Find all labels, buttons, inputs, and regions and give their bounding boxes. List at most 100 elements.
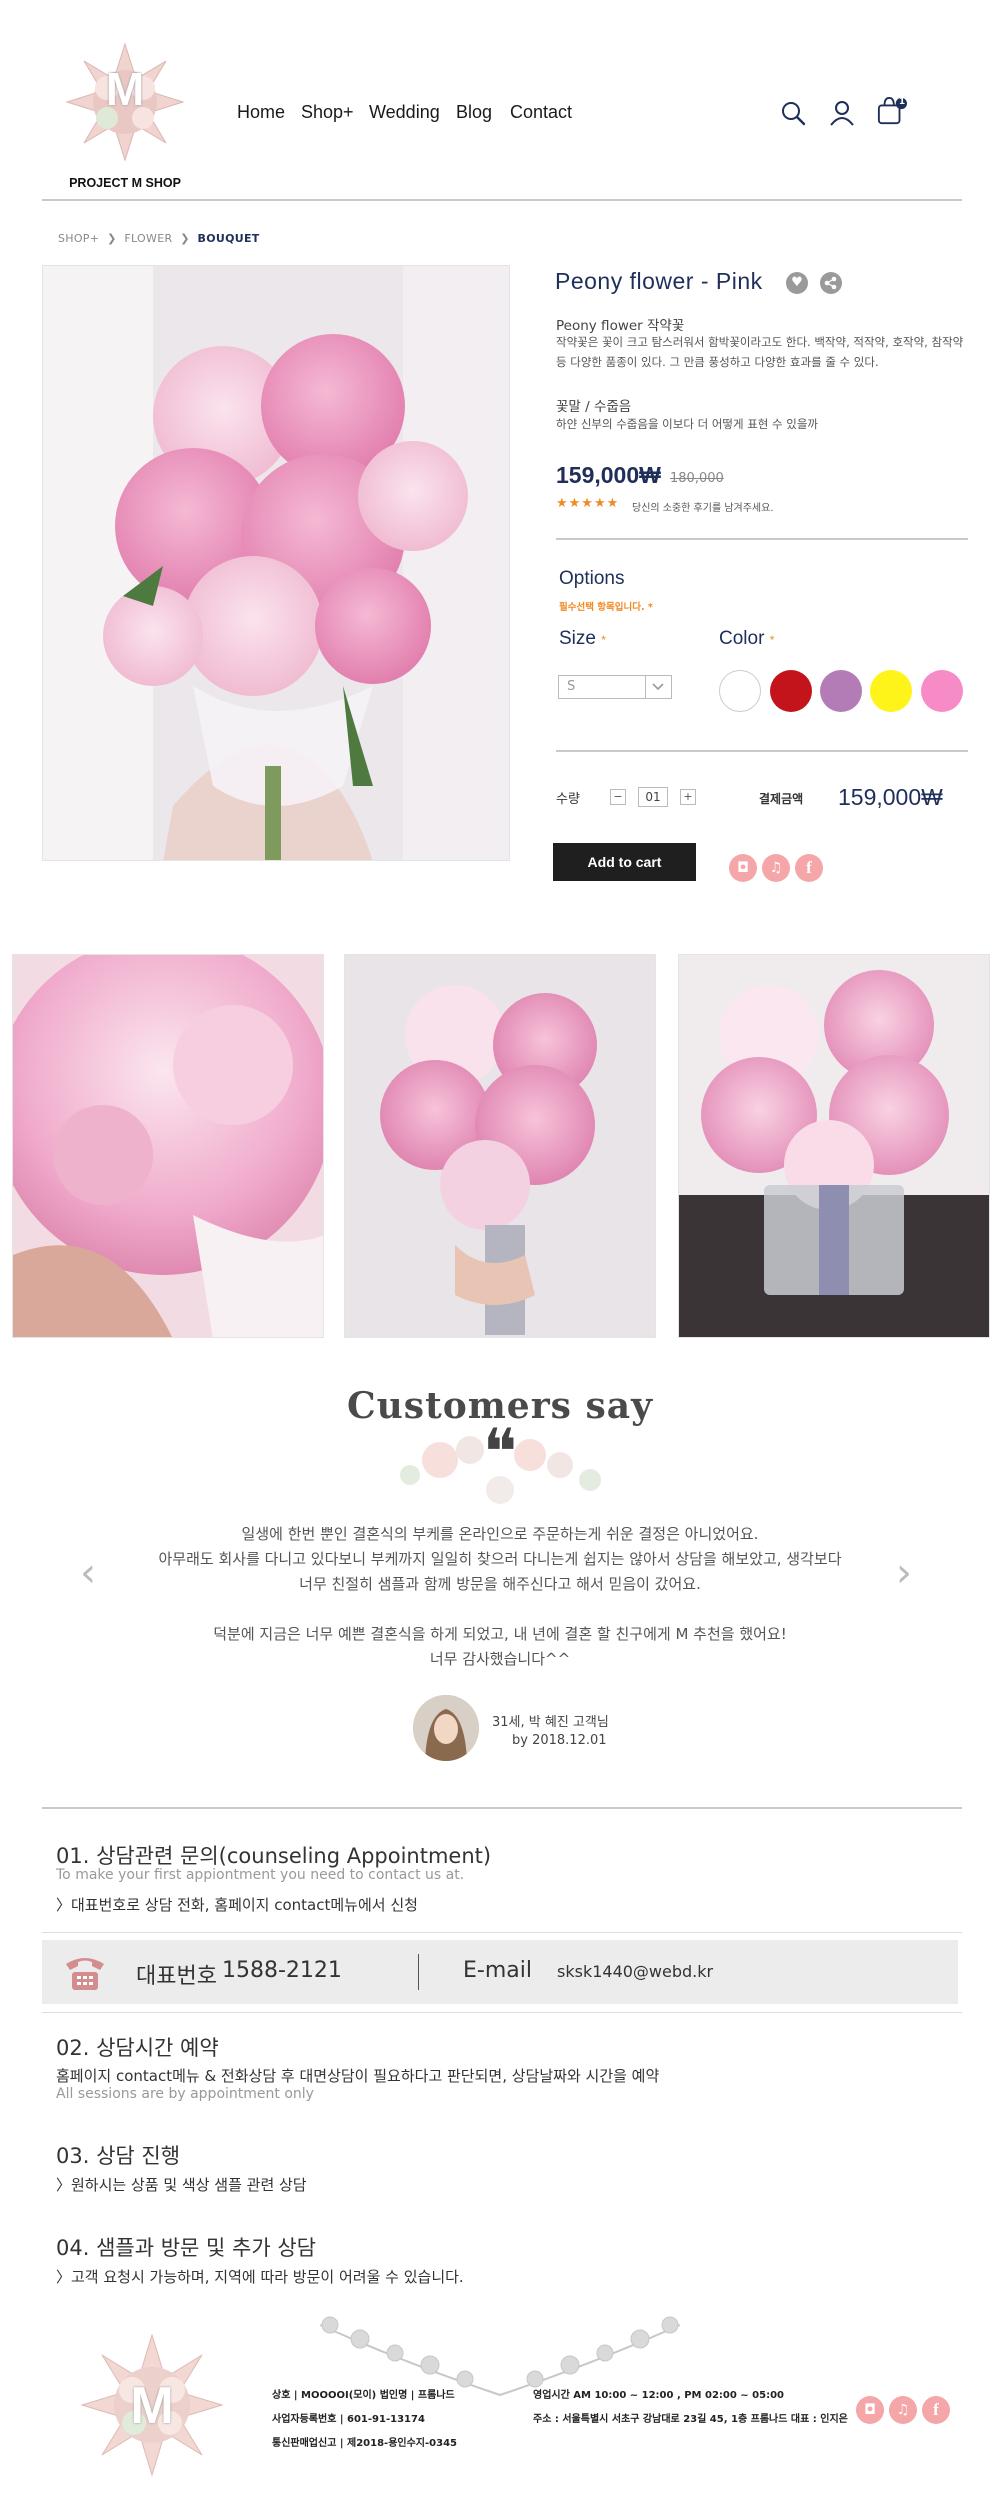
size-label: Size * — [559, 628, 606, 649]
required-marker: * — [769, 633, 775, 647]
breadcrumb-separator: ❯ — [107, 232, 117, 245]
footer-facebook-icon[interactable]: f — [922, 2396, 950, 2424]
select-divider — [645, 676, 646, 698]
reviewer-portrait — [413, 1695, 479, 1761]
contact-top-line — [42, 1932, 962, 1933]
product-name-line: Peony flower 작약꽃 — [556, 318, 685, 334]
review-date: by 2018.12.01 — [512, 1733, 607, 1748]
options-divider — [556, 750, 968, 752]
email-address[interactable]: sksk1440@webd.kr — [557, 1962, 713, 1981]
product-sub-description: 하얀 신부의 수줍음을 이보다 더 어떻게 표현 수 있을까 — [556, 417, 819, 431]
peony-closeup-image — [13, 955, 323, 1337]
options-note: 필수선택 항목입니다. * — [559, 602, 653, 613]
color-swatch-white[interactable] — [719, 670, 761, 712]
chevron-left-icon[interactable]: ‹ — [80, 1550, 96, 1596]
step-2-title: 02. 상담시간 예약 — [56, 2036, 219, 2060]
nav-wedding[interactable]: Wedding — [369, 102, 440, 123]
product-subtitle: 꽃말 / 수줍음 — [556, 399, 632, 415]
qty-input[interactable]: 01 — [638, 787, 668, 807]
product-description: 작약꽃은 꽃이 크고 탐스러워서 함박꽃이라고도 한다. 백작약, 적작약, 호… — [556, 335, 964, 369]
testimonial-line-5: 너무 감사했습니다^^ — [429, 1650, 571, 1668]
instagram-icon[interactable]: ◘ — [729, 854, 757, 882]
footer-instagram-icon[interactable]: ◘ — [856, 2396, 884, 2424]
heart-icon[interactable]: ♥ — [786, 272, 808, 294]
nav-contact[interactable]: Contact — [510, 102, 572, 123]
testimonial-line-1: 일생에 한번 뿐인 결혼식의 부케를 온라인으로 주문하는게 쉬운 결정은 아니… — [241, 1525, 759, 1543]
user-icon[interactable] — [827, 98, 857, 128]
gallery-photo-2[interactable] — [344, 954, 656, 1338]
step-2-en: All sessions are by appointment only — [56, 2086, 314, 2102]
footer-logo-letter: M — [130, 2377, 174, 2435]
telephone-icon — [66, 1958, 104, 1990]
testimonial-line-4: 덕분에 지금은 너무 예쁜 결혼식을 하게 되었고, 내 년에 결혼 할 친구에… — [213, 1625, 787, 1643]
chevron-right-icon[interactable]: › — [896, 1550, 912, 1596]
breadcrumb-shop[interactable]: SHOP+ — [58, 232, 99, 245]
step-4-text: 〉고객 요청시 가능하며, 지역에 따라 방문이 어려울 수 있습니다. — [56, 2268, 464, 2286]
rating-stars: ★★★★★ — [556, 496, 620, 511]
reviewer-avatar — [413, 1695, 479, 1761]
product-title: Peony flower - Pink — [555, 268, 763, 294]
color-swatch-yellow[interactable] — [870, 670, 912, 712]
contact-bar: 대표번호 1588-2121 E-mail sksk1440@webd.kr — [42, 1940, 958, 2004]
qty-decrease-button[interactable]: − — [610, 789, 626, 805]
total-price: 159,000₩ — [838, 784, 943, 810]
footer-company: 상호 | MOOOOI(모이) 법인명 | 프롬나드 — [272, 2390, 455, 2401]
footer-hours: 영업시간 AM 10:00 ~ 12:00 , PM 02:00 ~ 05:00 — [533, 2390, 784, 2401]
required-marker: * — [601, 633, 606, 647]
customers-divider — [42, 1807, 962, 1809]
product-old-price: 180,000 — [670, 471, 724, 486]
size-value: S — [567, 679, 576, 694]
gallery-photo-1[interactable] — [12, 954, 324, 1338]
total-label: 결제금액 — [759, 792, 804, 806]
facebook-icon[interactable]: f — [795, 854, 823, 882]
step-1-en: To make your first appiontment you need … — [56, 1867, 465, 1883]
product-price: 159,000₩ — [556, 462, 661, 488]
color-swatch-red[interactable] — [770, 670, 812, 712]
email-label: E-mail — [463, 1958, 532, 1983]
breadcrumb: SHOP+ ❯ FLOWER ❯ BOUQUET — [58, 232, 260, 245]
header-divider — [42, 199, 962, 201]
nav-shop[interactable]: Shop+ — [301, 102, 354, 123]
qty-increase-button[interactable]: + — [680, 789, 696, 805]
footer-twitter-icon[interactable]: ♫ — [889, 2396, 917, 2424]
options-title: Options — [559, 568, 625, 589]
chevron-down-icon — [652, 683, 664, 691]
color-swatch-pink[interactable] — [921, 670, 963, 712]
footer-address: 주소 : 서울특별시 서초구 강남대로 23길 45, 1층 프롬나드 대표 :… — [533, 2414, 848, 2425]
product-main-photo[interactable] — [42, 265, 510, 861]
quote-mark-icon: ❝ — [482, 1416, 518, 1490]
nav-home[interactable]: Home — [237, 102, 285, 123]
step-3-text: 〉원하시는 상품 및 색상 샘플 관련 상담 — [56, 2176, 307, 2194]
brand-logo[interactable]: M PROJECT M SHOP — [52, 40, 198, 192]
phone-number[interactable]: 1588-2121 — [222, 1958, 342, 1983]
breadcrumb-separator: ❯ — [180, 232, 190, 245]
add-to-cart-button[interactable]: Add to cart — [553, 843, 696, 881]
step-1-text: 〉대표번호로 상담 전화, 홈페이지 contact메뉴에서 신청 — [56, 1896, 418, 1914]
footer-mail-order: 통신판매업신고 | 제2018-용인수지-0345 — [272, 2438, 457, 2449]
step-4-title: 04. 샘플과 방문 및 추가 상담 — [56, 2236, 316, 2260]
share-icon[interactable] — [820, 272, 842, 294]
breadcrumb-flower[interactable]: FLOWER — [124, 232, 172, 245]
brand-name: PROJECT M SHOP — [69, 176, 181, 190]
share-glyph — [824, 276, 837, 290]
footer-logo[interactable]: M — [78, 2330, 226, 2480]
color-swatch-purple[interactable] — [820, 670, 862, 712]
logo-letter: M — [105, 63, 145, 115]
nav-blog[interactable]: Blog — [456, 102, 492, 123]
twitter-icon[interactable]: ♫ — [762, 854, 790, 882]
review-prompt[interactable]: 당신의 소중한 후기를 남겨주세요. — [632, 499, 774, 514]
qty-label: 수량 — [556, 792, 580, 807]
cart-count-badge: 1 — [898, 97, 906, 107]
phone-label: 대표번호 — [136, 1964, 217, 1989]
gallery-photo-3[interactable] — [678, 954, 990, 1338]
testimonial-line-3: 너무 친절히 샘플과 함께 방문을 해주신다고 해서 믿음이 갔어요. — [299, 1575, 701, 1593]
step-3-title: 03. 상담 진행 — [56, 2144, 181, 2168]
step-1-title: 01. 상담관련 문의(counseling Appointment) — [56, 1844, 492, 1868]
info-divider — [556, 538, 968, 540]
size-select[interactable]: S — [558, 675, 672, 699]
testimonial-line-2: 아무래도 회사를 다니고 있다보니 부케까지 일일히 찾으러 다니는게 쉽지는 … — [158, 1550, 842, 1568]
peony-bouquet-image — [43, 266, 509, 860]
breadcrumb-bouquet[interactable]: BOUQUET — [198, 232, 260, 245]
search-icon[interactable] — [778, 98, 808, 128]
reviewer-name: 31세, 박 혜진 고객님 — [492, 1715, 609, 1730]
